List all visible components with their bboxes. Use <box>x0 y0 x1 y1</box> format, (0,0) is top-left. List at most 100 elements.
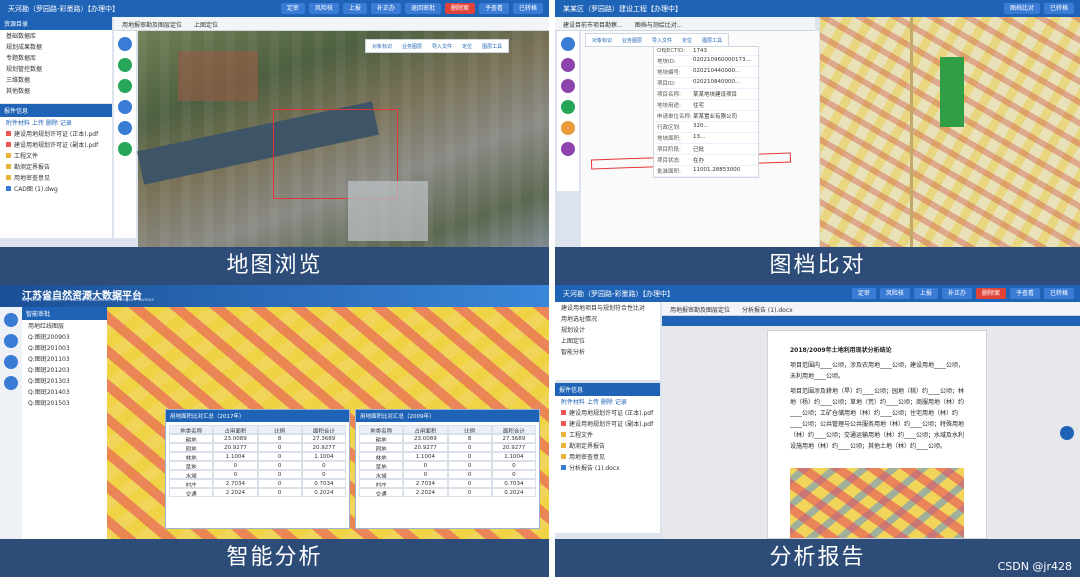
archived-button[interactable]: 已转格 <box>1043 3 1074 14</box>
export-icon[interactable] <box>118 121 132 135</box>
doc-viewer[interactable]: 2018/2009年土地利用现状分析结论 项目范围内____公顷，涉及农用地__… <box>662 316 1080 539</box>
print-icon[interactable] <box>118 100 132 114</box>
sidebar-item[interactable]: 建设用地项目与规划符合性比对 <box>555 302 660 313</box>
layer-item[interactable]: 用地红线图层 <box>22 320 107 331</box>
file-tab-attachments[interactable]: 附件材料 <box>6 120 30 127</box>
map-tool-business-layer[interactable]: 业务图层 <box>622 37 642 44</box>
topbar-button-8[interactable]: 已转格 <box>1043 288 1074 299</box>
topbar-button-7[interactable]: 予查看 <box>1009 288 1040 299</box>
map-tool-import-file[interactable]: 导入文件 <box>432 43 452 50</box>
file-tab-delete[interactable]: 删除 <box>46 120 58 127</box>
file-item[interactable]: 勘测定界报告 <box>555 440 660 451</box>
report-map-image <box>790 468 964 538</box>
map-tool-object-id[interactable]: 对象标识 <box>372 43 392 50</box>
delete-button[interactable]: 删除案 <box>975 288 1006 299</box>
topbar-button-4[interactable]: 补正办 <box>941 288 972 299</box>
sidebar-item[interactable]: 智能分析 <box>555 346 660 357</box>
delete-button[interactable]: 删除案 <box>444 3 475 14</box>
tab-project[interactable]: 建设目前市项目勘察... <box>563 20 623 29</box>
land-use-map[interactable] <box>820 17 1080 247</box>
file-item[interactable]: 用地审查意见 <box>0 172 112 183</box>
search-icon[interactable] <box>4 334 18 348</box>
annotate-icon[interactable] <box>118 79 132 93</box>
tab-site-locate[interactable]: 用地报审勘及图层定位 <box>122 20 182 29</box>
tab-compare[interactable]: 图档与测绘比对... <box>635 20 683 29</box>
file-tab-record[interactable]: 记录 <box>60 120 72 127</box>
print-icon[interactable] <box>561 100 575 114</box>
sidebar-item[interactable]: 上图定位 <box>555 335 660 346</box>
file-item[interactable]: 勘测定界报告 <box>0 161 112 172</box>
file-item[interactable]: CAD图 (1).dwg <box>0 183 112 194</box>
layer-item[interactable]: Q:图斑201003 <box>22 342 107 353</box>
topbar-button-3[interactable]: 上报 <box>342 3 367 14</box>
sidebar-item[interactable]: 规划管控数据 <box>0 63 112 74</box>
file-tab-record[interactable]: 记录 <box>615 399 627 406</box>
file-item[interactable]: 工程文件 <box>0 150 112 161</box>
topbar-button-8[interactable]: 已转格 <box>512 3 543 14</box>
map-tool-layer-tools[interactable]: 图层工具 <box>702 37 722 44</box>
topbar-button-5[interactable]: 退回审批 <box>404 3 441 14</box>
layer-item[interactable]: Q:图斑201403 <box>22 386 107 397</box>
sidebar-item[interactable]: 规划设计 <box>555 324 660 335</box>
file-item[interactable]: 建设用地规划许可证 (正本).pdf <box>555 407 660 418</box>
analysis-icon[interactable] <box>561 142 575 156</box>
file-item[interactable]: 建设用地规划许可证 (正本).pdf <box>0 128 112 139</box>
topbar-button-2[interactable]: 风险核 <box>879 288 910 299</box>
topbar-button-7[interactable]: 予查看 <box>478 3 509 14</box>
tab-analysis-report[interactable]: 分析报告 (1).docx <box>742 305 793 314</box>
aerial-map[interactable] <box>137 31 549 247</box>
file-tab-upload[interactable]: 上传 <box>32 120 44 127</box>
attr-row: 行政区划: 320... <box>654 122 758 133</box>
doc-compare-button[interactable]: 图档比对 <box>1003 3 1040 14</box>
sidebar-item[interactable]: 其他数据 <box>0 85 112 96</box>
folder-icon <box>561 454 566 459</box>
topbar-button-2[interactable]: 风险核 <box>308 3 339 14</box>
layer-item[interactable]: Q:图斑201503 <box>22 397 107 408</box>
annotate-icon[interactable] <box>561 79 575 93</box>
tab-map-locate[interactable]: 上图定位 <box>194 20 218 29</box>
file-item[interactable]: 建设用地规划许可证 (副本).pdf <box>555 418 660 429</box>
caption-map-browse: 地图浏览 <box>0 247 549 285</box>
topbar-button-1[interactable]: 定审 <box>851 288 876 299</box>
map-toolbar: 对象标识 业务图层 导入文件 定位 图层工具 <box>365 39 510 53</box>
fab-button[interactable] <box>1060 426 1074 440</box>
file-item[interactable]: 工程文件 <box>555 429 660 440</box>
file-item[interactable]: 用地审查意见 <box>555 451 660 462</box>
doc-tabbar: 建设目前市项目勘察... 图档与测绘比对... <box>555 17 815 31</box>
map-tool-business-layer[interactable]: 业务图层 <box>402 43 422 50</box>
layer-item[interactable]: Q:图斑200903 <box>22 331 107 342</box>
sidebar-item[interactable]: 规划成果数据 <box>0 41 112 52</box>
map-tool-locate[interactable]: 定位 <box>462 43 472 50</box>
layer-panel-title: 智能审批 <box>22 307 107 320</box>
measure-icon[interactable] <box>118 58 132 72</box>
map-tool-locate[interactable]: 定位 <box>682 37 692 44</box>
file-item[interactable]: 分析报告 (1).docx <box>555 462 660 473</box>
analysis-icon[interactable] <box>4 376 18 390</box>
file-tab-delete[interactable]: 删除 <box>601 399 613 406</box>
tab-site-locate[interactable]: 用地报审勘及图层定位 <box>670 305 730 314</box>
analysis-icon[interactable] <box>118 142 132 156</box>
export-icon[interactable] <box>561 121 575 135</box>
file-tab-attachments[interactable]: 附件材料 <box>561 399 585 406</box>
measure-icon[interactable] <box>4 355 18 369</box>
layers-icon[interactable] <box>4 313 18 327</box>
layers-icon[interactable] <box>561 37 575 51</box>
sidebar-item[interactable]: 三维数据 <box>0 74 112 85</box>
layer-item[interactable]: Q:图斑201103 <box>22 353 107 364</box>
topbar-button-1[interactable]: 定审 <box>280 3 305 14</box>
sidebar-item[interactable]: 用地选址情况 <box>555 313 660 324</box>
map-tool-import-file[interactable]: 导入文件 <box>652 37 672 44</box>
sidebar-item[interactable]: 基础数据库 <box>0 30 112 41</box>
file-tab-upload[interactable]: 上传 <box>587 399 599 406</box>
topbar-button-3[interactable]: 上报 <box>913 288 938 299</box>
map-tool-object-id[interactable]: 对象标识 <box>592 37 612 44</box>
layer-panel: 智能审批 用地红线图层 Q:图斑200903 Q:图斑201003 Q:图斑20… <box>22 307 107 539</box>
layer-item[interactable]: Q:图斑201303 <box>22 375 107 386</box>
sidebar-item[interactable]: 专题数据库 <box>0 52 112 63</box>
layer-item[interactable]: Q:图斑201203 <box>22 364 107 375</box>
layers-icon[interactable] <box>118 37 132 51</box>
file-item[interactable]: 建设用地规划许可证 (副本).pdf <box>0 139 112 150</box>
topbar-button-4[interactable]: 补正办 <box>370 3 401 14</box>
measure-icon[interactable] <box>561 58 575 72</box>
map-tool-layer-tools[interactable]: 图层工具 <box>482 43 502 50</box>
